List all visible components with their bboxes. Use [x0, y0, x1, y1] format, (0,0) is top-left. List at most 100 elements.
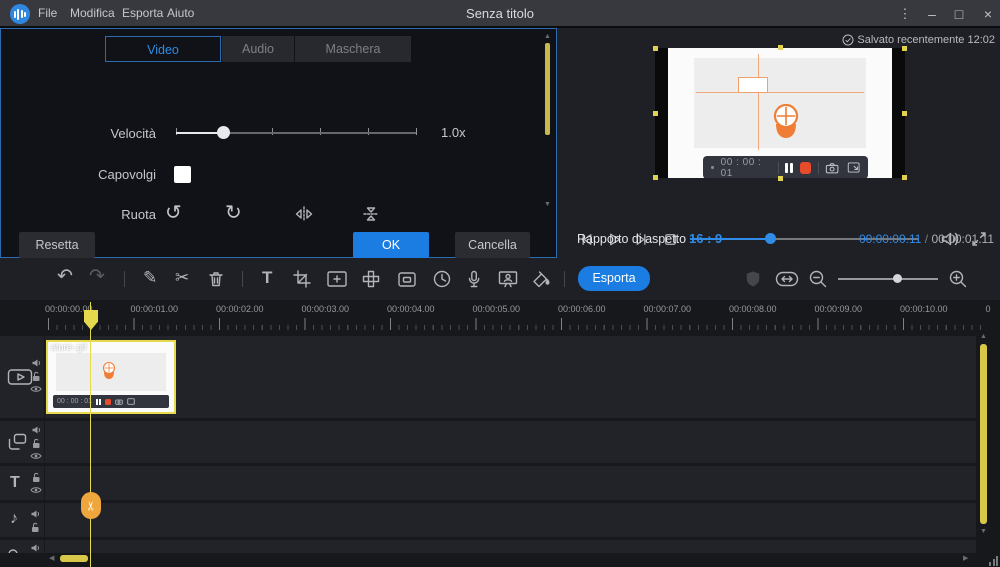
mosaic-icon[interactable]	[361, 269, 381, 289]
track-lock-icon[interactable]	[31, 371, 41, 382]
timeline-clip[interactable]: ature-.gif 00 : 00 : 01	[46, 340, 176, 414]
ruler-label: 00:00:03.00	[302, 304, 350, 314]
preview-panel: Salvato recentemente 12:02 00 : 00 : 01	[557, 28, 1000, 258]
flip-checkbox[interactable]	[174, 166, 191, 183]
flip-horizontal-icon[interactable]	[294, 206, 314, 222]
preview-frame[interactable]: 00 : 00 : 01	[655, 48, 905, 178]
microphone-icon[interactable]	[464, 269, 484, 289]
timeline-zoom-handle[interactable]	[893, 274, 902, 283]
minimize-button[interactable]: –	[920, 3, 944, 25]
track-mute-icon[interactable]	[31, 358, 41, 368]
overlay-pip-icon[interactable]	[397, 270, 417, 289]
reset-button[interactable]: Resetta	[19, 232, 95, 258]
track-visibility-icon[interactable]	[30, 486, 42, 494]
tab-audio[interactable]: Audio	[222, 36, 294, 62]
panel-scroll-down-icon[interactable]: ▼	[544, 201, 551, 209]
panel-scrollbar[interactable]	[545, 43, 550, 135]
transform-handle[interactable]	[778, 45, 783, 50]
flip-label: Capovolgi	[56, 167, 156, 182]
track-lock-icon[interactable]	[30, 522, 40, 533]
flip-vertical-icon[interactable]	[361, 205, 381, 223]
aspect-ratio-label: Rapporto di aspetto	[577, 232, 686, 246]
edit-pencil-icon[interactable]: ✎	[143, 268, 157, 288]
tab-maschera[interactable]: Maschera	[295, 36, 411, 62]
video-editor-window: File Modifica Esporta Aiuto Senza titolo…	[0, 0, 1000, 567]
crop-icon[interactable]	[292, 269, 312, 289]
record-stop-icon[interactable]	[800, 162, 811, 174]
playback-slider-handle[interactable]	[765, 233, 776, 244]
transform-handle[interactable]	[902, 111, 907, 116]
ruler-label: 00:00:04.00	[387, 304, 435, 314]
rotate-cw-icon[interactable]: ↻	[225, 203, 242, 223]
aspect-ratio-value[interactable]: 16 : 9	[689, 231, 722, 246]
clip-record-icon	[105, 399, 111, 405]
track-mute-icon[interactable]	[31, 425, 41, 435]
clip-bucket-icon	[100, 360, 118, 381]
playhead-split-marker[interactable]: ✂	[81, 492, 101, 519]
edit-panel: Video Audio Maschera Velocità 1.0x Capov…	[0, 28, 557, 258]
split-scissors-icon[interactable]: ✂	[175, 268, 189, 288]
redo-icon[interactable]: ↷	[89, 267, 105, 287]
more-options-icon[interactable]: ⋮	[893, 3, 917, 25]
maximize-button[interactable]: □	[947, 3, 971, 25]
cancel-button[interactable]: Cancella	[455, 232, 530, 258]
zoom-frame-icon[interactable]	[326, 270, 348, 288]
undo-icon[interactable]: ↶	[57, 267, 73, 287]
crosshair-vertical	[758, 54, 759, 150]
transform-handle[interactable]	[653, 111, 658, 116]
transform-handle[interactable]	[653, 46, 658, 51]
rotate-ccw-icon[interactable]: ↺	[165, 203, 182, 223]
recording-dot	[711, 166, 714, 169]
ruler-label: 00:00:07.00	[644, 304, 692, 314]
pause-icon[interactable]	[785, 163, 793, 173]
close-button[interactable]: ×	[976, 3, 1000, 25]
track-mute-icon[interactable]	[30, 509, 40, 519]
track-lock-icon[interactable]	[31, 472, 41, 483]
timeline-horizontal-scrollbar[interactable]	[60, 555, 88, 562]
timeline-scroll-up-icon[interactable]: ▲	[980, 333, 987, 341]
track-visibility-icon[interactable]	[30, 452, 42, 460]
split-scissors-icon: ✂	[85, 500, 97, 510]
zoom-out-icon[interactable]	[808, 269, 828, 289]
tab-video[interactable]: Video	[105, 36, 221, 62]
transform-handle[interactable]	[902, 46, 907, 51]
ruler-label: 00:00:08.00	[729, 304, 777, 314]
track-lock-icon[interactable]	[31, 438, 41, 449]
duration-clock-icon[interactable]	[432, 269, 452, 289]
ok-button[interactable]: OK	[353, 232, 429, 258]
camera-icon[interactable]	[825, 161, 839, 175]
presenter-screen-icon[interactable]	[497, 269, 519, 289]
clip-rec-time: 00 : 00 : 01	[57, 398, 92, 405]
export-button[interactable]: Esporta	[578, 266, 650, 291]
effects-track-icon	[7, 544, 19, 553]
timeline-scroll-left-icon[interactable]: ◀	[49, 555, 54, 563]
panel-scroll-up-icon[interactable]: ▲	[544, 33, 551, 41]
speed-slider-handle[interactable]	[217, 126, 230, 139]
delete-trash-icon[interactable]	[206, 269, 226, 289]
zoom-in-icon[interactable]	[948, 269, 968, 289]
text-tool-icon[interactable]: T	[262, 268, 272, 288]
preview-content: 00 : 00 : 01	[668, 48, 892, 178]
timeline-scroll-right-icon[interactable]: ▶	[963, 555, 968, 563]
ruler-label: 00:00:05.00	[473, 304, 521, 314]
fit-to-width-icon[interactable]	[775, 271, 799, 287]
timeline-scroll-down-icon[interactable]: ▼	[980, 528, 987, 536]
track-mute-icon[interactable]	[30, 543, 40, 553]
paint-bucket-icon[interactable]	[531, 269, 553, 289]
overlay-track	[0, 421, 976, 463]
ruler-label: 0	[986, 304, 991, 314]
timeline-vertical-scrollbar[interactable]	[980, 344, 987, 524]
clip-pause-icon	[96, 399, 101, 405]
screen-capture-icon[interactable]	[847, 161, 860, 174]
transform-handle[interactable]	[778, 176, 783, 181]
transform-handle[interactable]	[653, 175, 658, 180]
ruler-ticks[interactable]	[48, 318, 988, 330]
playhead-line[interactable]	[90, 302, 91, 567]
timeline-zoom-slider[interactable]	[838, 278, 938, 280]
transform-handle[interactable]	[902, 175, 907, 180]
ruler-label: 00:00:02.00	[216, 304, 264, 314]
resize-grip-icon[interactable]	[989, 556, 998, 566]
save-status: Salvato recentemente 12:02	[842, 34, 995, 46]
track-visibility-icon[interactable]	[30, 385, 42, 393]
text-track-icon: T	[10, 474, 20, 492]
